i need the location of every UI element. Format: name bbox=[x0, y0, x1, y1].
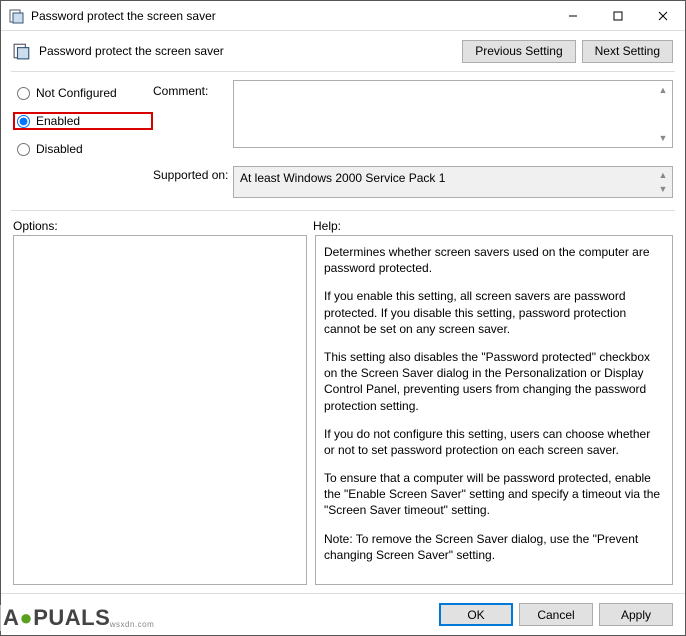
options-label: Options: bbox=[13, 219, 313, 233]
help-paragraph: If you enable this setting, all screen s… bbox=[324, 288, 664, 337]
radio-label: Not Configured bbox=[36, 86, 117, 100]
next-setting-button[interactable]: Next Setting bbox=[582, 40, 673, 63]
apply-button[interactable]: Apply bbox=[599, 603, 673, 626]
help-paragraph: If you do not configure this setting, us… bbox=[324, 426, 664, 458]
help-paragraph: Determines whether screen savers used on… bbox=[324, 244, 664, 276]
supported-on-label: Supported on: bbox=[153, 162, 233, 198]
radio-not-configured[interactable]: Not Configured bbox=[13, 84, 153, 102]
close-button[interactable] bbox=[640, 1, 685, 30]
maximize-button[interactable] bbox=[595, 1, 640, 30]
scroll-up-icon: ▲ bbox=[656, 168, 670, 182]
config-area: Not Configured Enabled Disabled Comment:… bbox=[1, 72, 685, 210]
help-paragraph: This setting also disables the "Password… bbox=[324, 349, 664, 414]
radio-disabled[interactable]: Disabled bbox=[13, 140, 153, 158]
supported-on-value: At least Windows 2000 Service Pack 1 bbox=[240, 171, 445, 185]
pane-labels: Options: Help: bbox=[1, 211, 685, 235]
comment-textarea[interactable]: ▲ ▼ bbox=[233, 80, 673, 148]
titlebar: Password protect the screen saver bbox=[1, 1, 685, 31]
radio-label: Enabled bbox=[36, 114, 80, 128]
policy-icon bbox=[13, 42, 31, 60]
titlebar-title: Password protect the screen saver bbox=[31, 9, 550, 23]
options-pane bbox=[13, 235, 307, 585]
dialog-footer: OK Cancel Apply bbox=[1, 593, 685, 635]
policy-icon bbox=[9, 8, 25, 24]
help-paragraph: To ensure that a computer will be passwo… bbox=[324, 470, 664, 519]
help-pane[interactable]: Determines whether screen savers used on… bbox=[315, 235, 673, 585]
policy-title: Password protect the screen saver bbox=[39, 44, 456, 58]
help-label: Help: bbox=[313, 219, 673, 233]
state-radio-group: Not Configured Enabled Disabled bbox=[13, 80, 153, 158]
panes: Determines whether screen savers used on… bbox=[1, 235, 685, 593]
supported-on-text: At least Windows 2000 Service Pack 1 ▲ ▼ bbox=[233, 166, 673, 198]
help-paragraph: Note: To remove the Screen Saver dialog,… bbox=[324, 531, 664, 563]
radio-enabled[interactable]: Enabled bbox=[13, 112, 153, 130]
window-controls bbox=[550, 1, 685, 30]
radio-not-configured-input[interactable] bbox=[17, 87, 30, 100]
minimize-button[interactable] bbox=[550, 1, 595, 30]
scroll-down-icon: ▼ bbox=[656, 182, 670, 196]
cancel-button[interactable]: Cancel bbox=[519, 603, 593, 626]
previous-setting-button[interactable]: Previous Setting bbox=[462, 40, 575, 63]
header-row: Password protect the screen saver Previo… bbox=[1, 31, 685, 71]
scroll-up-icon[interactable]: ▲ bbox=[656, 83, 670, 97]
radio-enabled-input[interactable] bbox=[17, 115, 30, 128]
ok-button[interactable]: OK bbox=[439, 603, 513, 626]
radio-label: Disabled bbox=[36, 142, 83, 156]
comment-label: Comment: bbox=[153, 80, 233, 158]
radio-disabled-input[interactable] bbox=[17, 143, 30, 156]
policy-dialog: Password protect the screen saver Passwo… bbox=[0, 0, 686, 636]
scroll-down-icon[interactable]: ▼ bbox=[656, 131, 670, 145]
